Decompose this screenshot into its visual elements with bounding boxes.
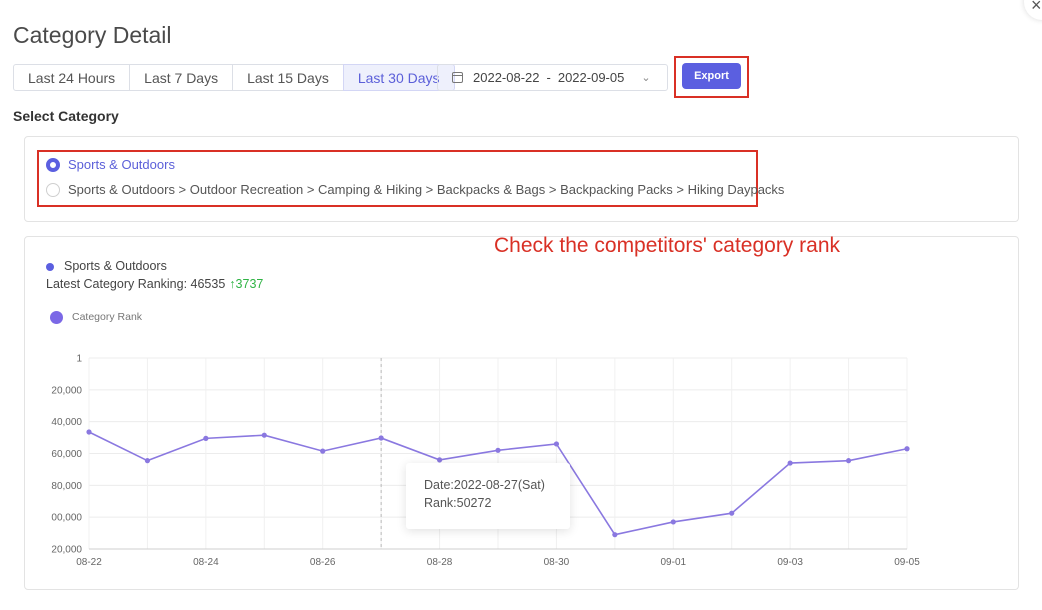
data-point[interactable] [86,429,92,435]
y-tick-label: 1 [76,354,82,365]
data-point[interactable] [787,460,793,466]
y-tick-label: 00,000 [51,513,82,524]
chart-tooltip: Date:2022-08-27(Sat) Rank:50272 [406,463,570,529]
x-tick-label: 08-24 [193,557,219,568]
y-axis-ticks: 1 20,000 40,000 60,000 80,000 00,000 20,000 [51,354,82,556]
x-tick-label: 08-28 [427,557,453,568]
data-point[interactable] [670,519,676,525]
x-tick-label: 08-26 [310,557,336,568]
y-tick-label: 60,000 [51,449,82,460]
data-point[interactable] [553,441,560,447]
x-tick-label: 09-05 [894,557,920,568]
y-tick-label: 80,000 [51,481,82,492]
data-point[interactable] [378,435,384,441]
x-tick-label: 09-03 [777,557,803,568]
data-point[interactable] [261,432,267,438]
tooltip-date: Date:2022-08-27(Sat) [424,478,545,492]
data-point[interactable] [612,532,618,538]
data-point[interactable] [904,446,910,452]
data-point[interactable] [845,458,852,464]
x-tick-label: 08-22 [76,557,102,568]
data-point[interactable] [495,447,501,453]
y-tick-label: 40,000 [51,417,82,428]
data-point[interactable] [144,458,151,464]
data-point[interactable] [203,435,209,441]
x-tick-label: 08-30 [544,557,570,568]
tooltip-rank: Rank:50272 [424,496,492,510]
data-point[interactable] [729,510,735,516]
x-tick-label: 09-01 [660,557,686,568]
y-tick-label: 20,000 [51,385,82,396]
data-point[interactable] [320,448,326,454]
data-point[interactable] [436,457,443,463]
x-axis-ticks: 08-22 08-24 08-26 08-28 08-30 09-01 09-03 09-05 [76,557,920,568]
y-tick-label: 20,000 [51,545,82,556]
